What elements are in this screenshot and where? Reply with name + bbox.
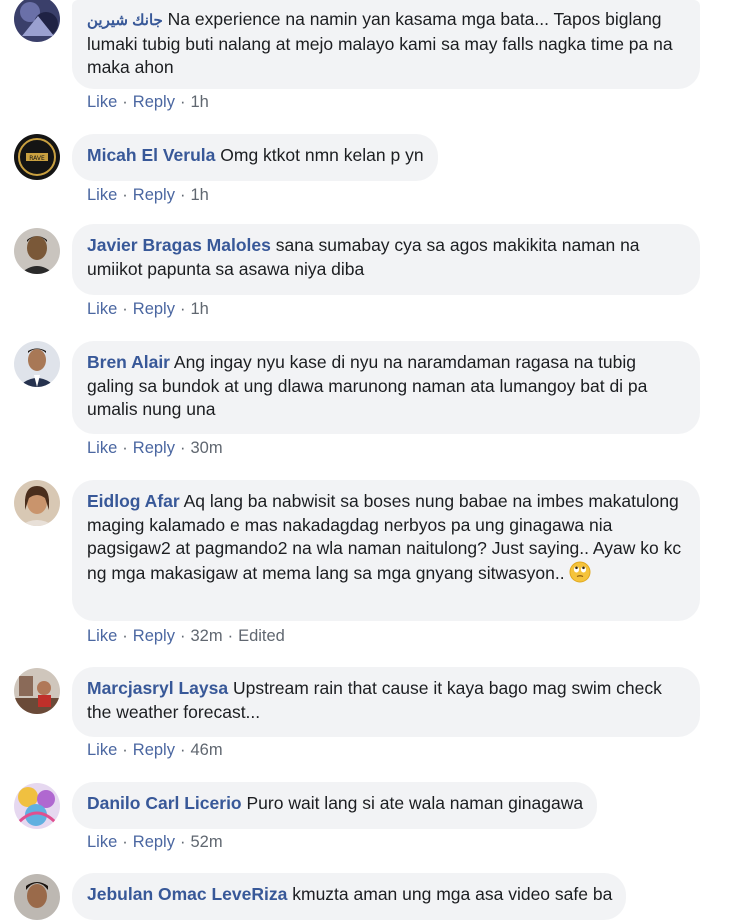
- rolling-eyes-emoji-icon: [569, 561, 591, 583]
- comment-actions: Like · Reply · 52m: [87, 833, 223, 851]
- avatar[interactable]: [14, 874, 60, 920]
- avatar[interactable]: [14, 668, 60, 714]
- comment-actions: Like · Reply · 1h: [87, 300, 209, 318]
- comment-actions: Like · Reply · 1h: [87, 186, 209, 204]
- comment-timestamp[interactable]: 46m: [190, 741, 222, 759]
- avatar[interactable]: [14, 228, 60, 274]
- like-link[interactable]: Like: [87, 300, 117, 318]
- comment-author-link[interactable]: Jebulan Omac LeveRiza: [87, 884, 287, 904]
- comment-bubble: Javier Bragas Maloles sana sumabay cya s…: [72, 224, 700, 295]
- comment-author-link[interactable]: جانك شيرين: [87, 12, 163, 29]
- like-link[interactable]: Like: [87, 186, 117, 204]
- edited-label[interactable]: Edited: [238, 627, 285, 645]
- comment-timestamp[interactable]: 1h: [190, 93, 208, 111]
- comment-text: Puro wait lang si ate wala naman ginagaw…: [246, 793, 584, 813]
- comment-text: Ang ingay nyu kase di nyu na naramdaman …: [87, 352, 648, 419]
- comment-text: kmuzta aman ung mga asa video safe ba: [292, 884, 613, 904]
- comment-author-link[interactable]: Danilo Carl Licerio: [87, 793, 242, 813]
- comment-bubble: Eidlog Afar Aq lang ba nabwisit sa boses…: [72, 480, 700, 621]
- reply-link[interactable]: Reply: [133, 300, 175, 318]
- comment-text: Omg ktkot nmn kelan p yn: [220, 145, 424, 165]
- comment-bubble: Micah El Verula Omg ktkot nmn kelan p yn: [72, 134, 438, 181]
- comment-timestamp[interactable]: 30m: [190, 439, 222, 457]
- reply-link[interactable]: Reply: [133, 627, 175, 645]
- comment-author-link[interactable]: Marcjasryl Laysa: [87, 678, 228, 698]
- like-link[interactable]: Like: [87, 627, 117, 645]
- comment-author-link[interactable]: Eidlog Afar: [87, 491, 180, 511]
- like-link[interactable]: Like: [87, 93, 117, 111]
- avatar[interactable]: [14, 0, 60, 42]
- comment-actions: Like · Reply · 46m: [87, 741, 223, 759]
- avatar[interactable]: [14, 783, 60, 829]
- comment-author-link[interactable]: Javier Bragas Maloles: [87, 235, 271, 255]
- like-link[interactable]: Like: [87, 833, 117, 851]
- comment-author-link[interactable]: Bren Alair: [87, 352, 170, 372]
- reply-link[interactable]: Reply: [133, 833, 175, 851]
- like-link[interactable]: Like: [87, 439, 117, 457]
- comment-actions: Like · Reply · 32m · Edited: [87, 627, 285, 645]
- avatar[interactable]: [14, 480, 60, 526]
- comment-actions: Like · Reply · 30m: [87, 439, 223, 457]
- comment-timestamp[interactable]: 1h: [190, 186, 208, 204]
- like-link[interactable]: Like: [87, 741, 117, 759]
- svg-text:RAVE: RAVE: [29, 155, 45, 162]
- avatar[interactable]: [14, 341, 60, 387]
- comment-bubble: Marcjasryl Laysa Upstream rain that caus…: [72, 667, 700, 737]
- comment-timestamp[interactable]: 32m: [190, 627, 222, 645]
- avatar[interactable]: RAVE: [14, 134, 60, 180]
- comment-bubble: Jebulan Omac LeveRiza kmuzta aman ung mg…: [72, 873, 627, 920]
- reply-link[interactable]: Reply: [133, 186, 175, 204]
- comment-timestamp[interactable]: 52m: [190, 833, 222, 851]
- reply-link[interactable]: Reply: [133, 741, 175, 759]
- comment-bubble: Danilo Carl Licerio Puro wait lang si at…: [72, 782, 598, 829]
- comment-author-link[interactable]: Micah El Verula: [87, 145, 215, 165]
- comment-bubble: جانك شيرين Na experience na namin yan ka…: [72, 0, 700, 89]
- comment-text: Na experience na namin yan kasama mga ba…: [87, 9, 673, 77]
- comment-bubble: Bren Alair Ang ingay nyu kase di nyu na …: [72, 341, 700, 434]
- reply-link[interactable]: Reply: [133, 93, 175, 111]
- reply-link[interactable]: Reply: [133, 439, 175, 457]
- comment-timestamp[interactable]: 1h: [190, 300, 208, 318]
- comment-actions: Like · Reply · 1h: [87, 93, 209, 111]
